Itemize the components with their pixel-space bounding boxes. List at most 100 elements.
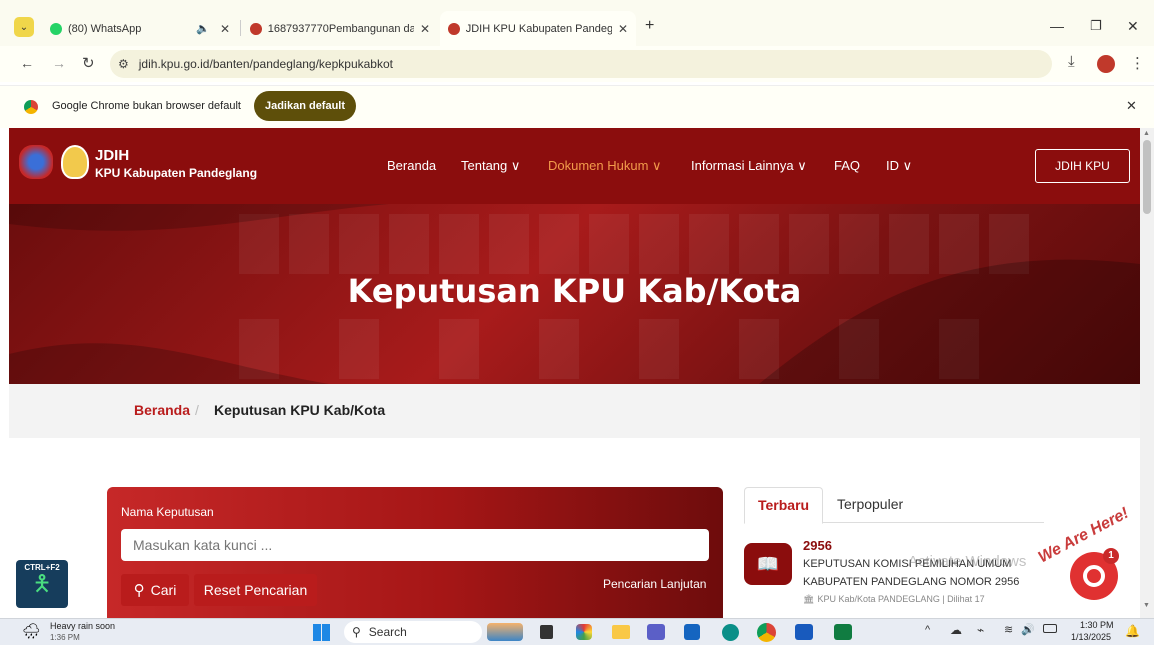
nav-language[interactable]: ID ∨	[886, 158, 912, 174]
download-icon[interactable]: ⤓	[1068, 53, 1075, 70]
document-meta: 🏛 KPU Kab/Kota PANDEGLANG | Dilihat 17	[803, 594, 985, 605]
nav-faq[interactable]: FAQ	[834, 158, 860, 173]
accessibility-person-icon: 🯅	[32, 571, 52, 596]
indonesia-map-logo[interactable]	[19, 145, 53, 179]
tab-terpopuler[interactable]: Terpopuler	[837, 496, 903, 512]
chat-notification-count: 1	[1103, 548, 1119, 564]
onedrive-icon[interactable]: ☁	[950, 623, 962, 637]
browser-menu-icon[interactable]: ⋮	[1130, 54, 1145, 72]
infobar-message: Google Chrome bukan browser default	[52, 100, 241, 112]
nav-informasi-lainnya[interactable]: Informasi Lainnya ∨	[691, 158, 807, 174]
clock-date[interactable]: 1/13/2025	[1071, 632, 1111, 642]
breadcrumb-separator: /	[195, 402, 199, 418]
accessibility-widget[interactable]: CTRL+F2 🯅	[16, 560, 68, 608]
battery-icon[interactable]	[1043, 624, 1057, 633]
latest-document-item[interactable]: 📖 2956 KEPUTUSAN KOMISI PEMILIHAN UMUM K…	[744, 536, 1044, 612]
whatsapp-icon	[50, 22, 62, 35]
tab-label: (80) WhatsApp	[68, 22, 142, 35]
clock-time[interactable]: 1:30 PM	[1080, 620, 1114, 630]
page-scrollbar[interactable]: ▲ ▼	[1140, 128, 1154, 618]
site-logo-subtitle[interactable]: KPU Kabupaten Pandeglang	[95, 166, 257, 180]
tab-jdih-active[interactable]: JDIH KPU Kabupaten Pandeglar ✕	[440, 11, 636, 46]
teams-icon[interactable]	[647, 624, 665, 640]
tab-divider	[240, 20, 241, 36]
search-button-label: Cari	[150, 582, 177, 598]
search-input[interactable]	[121, 529, 709, 561]
breadcrumb-current: Keputusan KPU Kab/Kota	[214, 402, 386, 418]
default-browser-infobar: Google Chrome bukan browser default ✕	[0, 85, 1154, 128]
url-text[interactable]: jdih.kpu.go.id/banten/pandeglang/kepkpuk…	[139, 57, 393, 71]
activate-windows-watermark: Activate Windows	[908, 553, 1027, 570]
latest-popular-tabs: Terbaru Terpopuler	[744, 487, 1044, 524]
taskbar-search-box[interactable]: ⚲ Search	[344, 621, 482, 643]
back-arrow-icon[interactable]: ←	[20, 55, 34, 71]
tab-search-button[interactable]: ⌄	[14, 17, 34, 37]
address-bar[interactable]: ⚙ jdih.kpu.go.id/banten/pandeglang/kepkp…	[110, 50, 1052, 78]
reset-search-button[interactable]: Reset Pencarian	[194, 574, 317, 606]
advanced-search-link[interactable]: Pencarian Lanjutan	[603, 577, 706, 591]
profile-avatar-icon[interactable]	[1097, 55, 1115, 73]
breadcrumb-home-link[interactable]: Beranda	[134, 402, 190, 418]
chrome-logo-icon	[24, 100, 38, 114]
make-default-button[interactable]: Jadikan default	[254, 91, 356, 121]
institution-icon: 🏛	[803, 594, 815, 604]
tab-terbaru[interactable]: Terbaru	[744, 487, 823, 524]
reload-icon[interactable]: ↻	[82, 54, 95, 72]
app-colorful-icon[interactable]	[576, 624, 592, 640]
jdih-kpu-button[interactable]: JDIH KPU	[1035, 149, 1130, 183]
nav-beranda[interactable]: Beranda	[387, 158, 436, 173]
scrollbar-thumb[interactable]	[1143, 140, 1151, 214]
close-tab-icon[interactable]: ✕	[220, 22, 238, 36]
nav-tentang[interactable]: Tentang ∨	[461, 158, 520, 174]
site-settings-icon[interactable]: ⚙	[118, 57, 129, 71]
chat-bubble-icon	[1083, 565, 1105, 587]
tab-pembangunan[interactable]: 1687937770Pembangunan dan ✕	[242, 11, 438, 46]
file-explorer-icon[interactable]	[612, 625, 630, 639]
task-view-icon[interactable]	[487, 623, 523, 641]
browser-tab-strip: ⌄ (80) WhatsApp 🔈 ✕ 1687937770Pembanguna…	[0, 0, 1154, 46]
search-icon: ⚲	[352, 625, 361, 639]
close-tab-icon[interactable]: ✕	[618, 22, 636, 36]
forward-arrow-icon[interactable]: →	[52, 55, 66, 71]
nav-dokumen-hukum[interactable]: Dokumen Hukum ∨	[548, 158, 662, 174]
weather-text[interactable]: Heavy rain soon	[50, 621, 115, 631]
hero-title: Keputusan KPU Kab/Kota	[347, 272, 802, 310]
site-header: JDIH KPU Kabupaten Pandeglang Beranda Te…	[9, 128, 1140, 204]
windows-start-icon[interactable]	[313, 624, 330, 641]
kpu-emblem-logo[interactable]	[61, 145, 89, 179]
weather-time: 1:36 PM	[50, 633, 80, 642]
widgets-icon[interactable]	[540, 625, 553, 639]
chrome-icon[interactable]	[757, 623, 776, 642]
close-tab-icon[interactable]: ✕	[420, 22, 438, 36]
show-hidden-icons-icon[interactable]: ^	[925, 624, 930, 636]
restore-window-icon[interactable]: ❐	[1090, 18, 1102, 34]
minimize-window-icon[interactable]: —	[1050, 18, 1064, 34]
site-logo-title[interactable]: JDIH	[95, 147, 129, 164]
document-title-line-2[interactable]: KABUPATEN PANDEGLANG NOMOR 2956	[803, 576, 1019, 588]
weather-icon[interactable]: 🌧	[22, 622, 41, 640]
search-icon: ⚲	[133, 582, 145, 599]
excel-icon[interactable]	[834, 624, 852, 640]
volume-icon[interactable]: 🔊	[1021, 623, 1035, 636]
kpu-logo-icon	[250, 22, 262, 35]
scroll-down-arrow-icon[interactable]: ▼	[1143, 602, 1150, 609]
edge-icon[interactable]	[722, 624, 739, 641]
close-window-icon[interactable]: ✕	[1127, 18, 1139, 35]
search-button[interactable]: ⚲ Cari	[121, 574, 189, 606]
speaker-icon: 🔈	[196, 23, 210, 35]
document-number[interactable]: 2956	[803, 538, 832, 553]
taskbar-search-placeholder: Search	[368, 625, 407, 639]
tab-whatsapp[interactable]: (80) WhatsApp 🔈 ✕	[42, 11, 238, 46]
book-icon: 📖	[744, 543, 792, 585]
scroll-up-arrow-icon[interactable]: ▲	[1143, 130, 1150, 137]
close-infobar-icon[interactable]: ✕	[1126, 98, 1137, 114]
wifi-icon[interactable]: ≋	[1004, 623, 1013, 636]
search-field-label: Nama Keputusan	[121, 505, 214, 519]
store-icon[interactable]	[684, 624, 700, 640]
notification-bell-icon[interactable]: 🔔	[1125, 624, 1140, 638]
word-icon[interactable]	[795, 624, 813, 640]
new-tab-button[interactable]: +	[645, 17, 654, 35]
network-icon[interactable]: ⌁	[977, 623, 984, 637]
windows-taskbar: 🌧 Heavy rain soon 1:36 PM ⚲ Search ^ ☁ ⌁…	[0, 618, 1154, 645]
kpu-logo-icon	[448, 22, 460, 35]
